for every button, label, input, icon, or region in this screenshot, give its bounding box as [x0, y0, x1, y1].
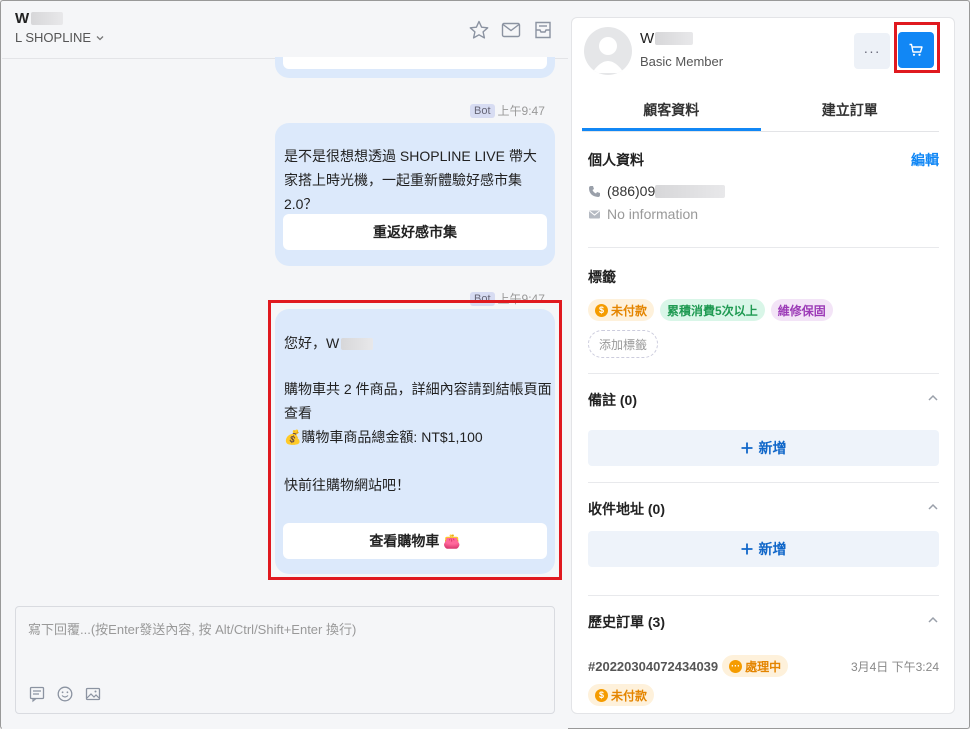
channel-selector[interactable]: L SHOPLINE: [15, 30, 105, 45]
avatar: [584, 27, 632, 75]
archive-icon[interactable]: [532, 19, 554, 41]
customer-name: W: [640, 30, 694, 47]
message-bubble: 是不是很想想透過 SHOPLINE LIVE 帶大家搭上時光機，一起重新體驗好感…: [275, 123, 555, 266]
divider: [588, 373, 939, 374]
tag-warranty[interactable]: 維修保固: [770, 299, 833, 321]
add-tag-button[interactable]: 添加標籤: [588, 330, 659, 358]
note-icon[interactable]: [28, 685, 46, 703]
more-options-button[interactable]: ···: [854, 33, 890, 69]
tag-unpaid[interactable]: $ 未付款: [588, 299, 655, 321]
tag-frequent-buyer[interactable]: 累積消費5次以上: [660, 299, 765, 321]
add-note-button[interactable]: 新增: [588, 430, 939, 466]
chat-pane: W L SHOPLINE Bot 上午9:47 是不是很想想透過 SHOPLIN…: [2, 2, 568, 729]
notes-section: 備註 (0): [588, 390, 939, 410]
section-title: 收件地址 (0): [588, 501, 665, 517]
order-number[interactable]: #20220304072434039: [588, 659, 718, 674]
tab-create-order[interactable]: 建立訂單: [761, 90, 940, 131]
section-title: 歷史訂單 (3): [588, 614, 665, 630]
message-time: 上午9:47: [497, 104, 545, 118]
order-status-badge: ··· 處理中: [722, 655, 789, 677]
divider: [588, 247, 939, 248]
message-text: 是不是很想想透過 SHOPLINE LIVE 帶大家搭上時光機，一起重新體驗好感…: [284, 148, 537, 212]
membership-level: Basic Member: [640, 54, 724, 69]
section-title: 備註 (0): [588, 392, 637, 408]
redacted-name: [31, 12, 64, 25]
divider: [588, 482, 939, 483]
app-window: W L SHOPLINE Bot 上午9:47 是不是很想想透過 SHOPLIN…: [0, 0, 970, 729]
image-icon[interactable]: [84, 685, 102, 703]
dollar-coin-icon: $: [595, 688, 608, 702]
add-address-button[interactable]: 新增: [588, 531, 939, 567]
phone-number: (886)09: [607, 183, 656, 199]
phone-icon: [589, 185, 600, 197]
message-bubble-partial: [275, 57, 555, 78]
panel-tabs: 顧客資料 建立訂單: [582, 90, 939, 132]
order-time: 3月4日 下午3:24: [850, 659, 939, 674]
divider: [588, 595, 939, 596]
redacted-name: [655, 32, 694, 45]
revisit-market-button[interactable]: 重返好感市集: [283, 214, 547, 250]
star-icon[interactable]: [468, 19, 490, 41]
order-history-section: 歷史訂單 (3): [588, 612, 939, 632]
edit-link[interactable]: 編輯: [911, 150, 939, 170]
email-row: No information: [588, 206, 939, 222]
chevron-up-icon[interactable]: [927, 392, 939, 404]
highlight-box-message: [268, 300, 562, 580]
chat-header: W L SHOPLINE: [2, 2, 568, 59]
customer-panel: W Basic Member ··· 顧客資料 建立訂單 個人資料 編輯 (88…: [571, 17, 955, 714]
personal-info-section: 個人資料 編輯 (886)09 No information: [588, 150, 939, 230]
plus-icon: [741, 442, 752, 454]
order-payment-badge: $ 未付款: [588, 684, 655, 706]
email-value: No information: [607, 206, 699, 222]
plus-icon: [741, 543, 752, 555]
chevron-down-icon: [96, 35, 104, 40]
emoji-icon[interactable]: [56, 685, 74, 703]
highlight-box-cart: [894, 22, 940, 73]
address-section: 收件地址 (0): [588, 499, 939, 519]
order-row[interactable]: #20220304072434039 ··· 處理中 3月4日 下午3:24: [588, 655, 939, 677]
mail-icon: [589, 210, 600, 218]
dollar-coin-icon: $: [595, 303, 608, 317]
chevron-up-icon[interactable]: [927, 614, 939, 626]
chat-contact-name: W: [15, 10, 64, 27]
phone-row: (886)09: [588, 183, 939, 199]
message-meta: Bot 上午9:47: [470, 102, 545, 119]
ellipsis-icon: ···: [729, 659, 743, 673]
chevron-up-icon[interactable]: [927, 501, 939, 513]
mail-icon[interactable]: [500, 19, 522, 41]
reply-composer[interactable]: 寫下回覆...(按Enter發送內容, 按 Alt/Ctrl/Shift+Ent…: [15, 606, 555, 714]
tags-section: 標籤 $ 未付款 累積消費5次以上 維修保固 添加標籤: [588, 267, 939, 358]
redacted-phone: [655, 184, 726, 198]
section-title: 個人資料: [588, 152, 644, 168]
section-title: 標籤: [588, 269, 616, 285]
bot-badge: Bot: [470, 103, 495, 118]
composer-placeholder: 寫下回覆...(按Enter發送內容, 按 Alt/Ctrl/Shift+Ent…: [28, 622, 357, 637]
tab-customer-info[interactable]: 顧客資料: [582, 90, 761, 131]
